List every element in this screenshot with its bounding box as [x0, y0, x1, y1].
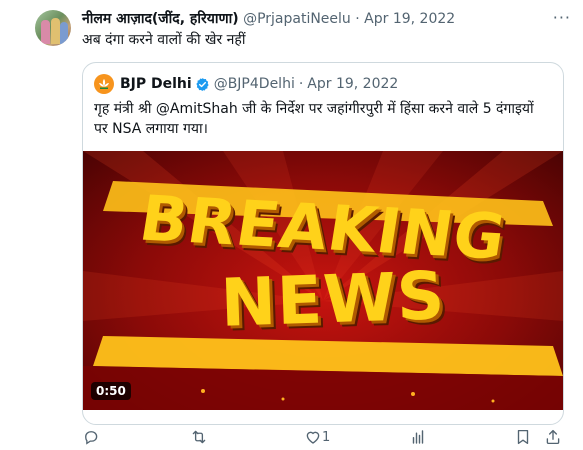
bookmark-button[interactable] [514, 428, 532, 446]
bookmark-icon [517, 429, 529, 445]
quoted-separator: · [298, 76, 304, 92]
quoted-author-handle[interactable]: @BJP4Delhi [214, 75, 295, 93]
reply-button[interactable] [82, 428, 100, 446]
quoted-author-name[interactable]: BJP Delhi [120, 75, 192, 93]
quoted-date[interactable]: Apr 19, 2022 [307, 75, 398, 93]
avatar[interactable] [35, 10, 71, 46]
retweet-button[interactable] [190, 428, 208, 446]
tweet-text: अब दंगा करने वालों की खेर नहीं [82, 32, 246, 48]
news-headline: NEWS [219, 257, 447, 342]
author-handle[interactable]: @PrjapatiNeelu [243, 11, 351, 27]
share-icon [546, 429, 560, 445]
action-bar: 1 [82, 428, 572, 450]
quoted-text-line2: पर NSA लगाया गया। [94, 121, 208, 137]
like-icon [306, 431, 320, 444]
author-name[interactable]: नीलम आज़ाद(जींद, हरियाणा) [82, 11, 239, 27]
tweet-date[interactable]: Apr 19, 2022 [364, 11, 455, 27]
tweet-header: नीलम आज़ाद(जींद, हरियाणा) @PrjapatiNeelu… [82, 10, 455, 28]
video-media[interactable]: BREAKING NEWS 0:50 [83, 151, 563, 410]
verified-icon [196, 77, 209, 91]
lotus-icon [99, 79, 109, 89]
more-icon[interactable]: ··· [553, 8, 571, 27]
retweet-icon [192, 430, 206, 444]
views-button[interactable] [409, 428, 427, 446]
quoted-text: गृह मंत्री श्री @AmitShah जी के निर्देश … [94, 99, 554, 139]
like-button[interactable]: 1 [304, 428, 330, 446]
video-duration: 0:50 [91, 382, 131, 400]
quoted-avatar[interactable] [94, 74, 114, 94]
views-icon [412, 430, 424, 444]
like-count: 1 [322, 429, 331, 445]
quoted-text-line1: गृह मंत्री श्री @AmitShah जी के निर्देश … [94, 101, 534, 117]
reply-icon [85, 431, 98, 445]
tweet[interactable]: नीलम आज़ाद(जींद, हरियाणा) @PrjapatiNeelu… [0, 0, 583, 450]
quoted-header: BJP Delhi @BJP4Delhi · Apr 19, 2022 [94, 74, 398, 94]
quoted-tweet[interactable]: BJP Delhi @BJP4Delhi · Apr 19, 2022 गृह … [82, 62, 564, 425]
share-button[interactable] [544, 428, 562, 446]
separator: · [355, 11, 360, 27]
